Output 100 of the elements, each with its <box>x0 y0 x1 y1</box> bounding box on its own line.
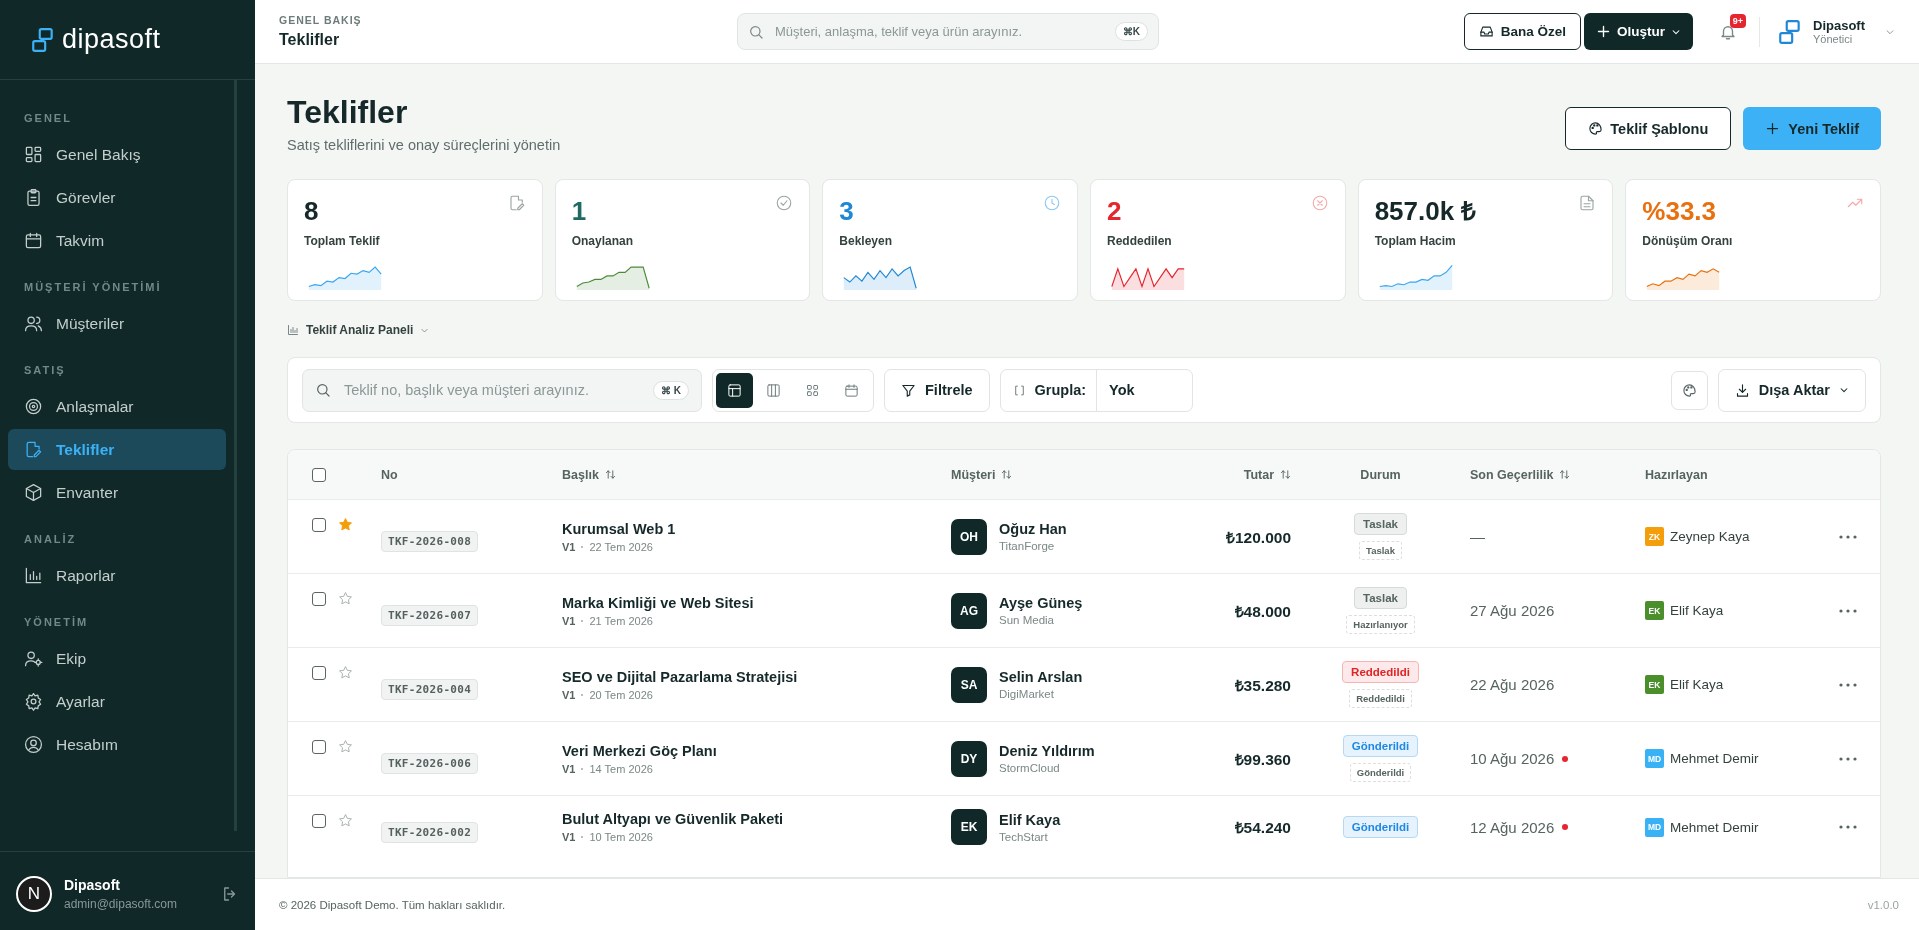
search-input[interactable]: Müşteri, anlaşma, teklif veya ürün arayınız. <box>773 23 1106 40</box>
quote-number: TKF-2026-004 <box>381 679 479 700</box>
document-pen-icon <box>507 194 526 212</box>
quote-title: Kurumsal Web 1 <box>562 520 677 537</box>
customer-avatar: SA <box>951 666 987 703</box>
owner-name: Mehmet Demir <box>1670 751 1759 766</box>
calendar-icon <box>844 382 859 398</box>
download-icon <box>1734 382 1750 398</box>
status-badge: Gönderildi <box>1342 735 1419 757</box>
user-email: admin@dipasoft.com <box>64 897 178 911</box>
header-title: Teklifler <box>279 31 341 49</box>
customer-avatar: OH <box>951 518 987 555</box>
caret-icon <box>1839 385 1849 395</box>
version-text: v1.0.0 <box>1867 898 1899 911</box>
checkbox[interactable] <box>312 814 326 828</box>
sidebar-item[interactable]: Envanter <box>8 472 226 513</box>
search-field[interactable]: Teklif no, başlık veya müşteri arayınız. ⌘ K <box>302 368 702 412</box>
account-menu[interactable]: Dipasoft Yönetici <box>1777 17 1895 46</box>
stat-label: Bekleyen <box>839 234 894 248</box>
user-gear-icon <box>24 649 43 668</box>
palette-button[interactable] <box>1670 370 1708 410</box>
search-icon <box>748 23 764 40</box>
panel-toggle[interactable]: Teklif Analiz Paneli <box>306 323 414 337</box>
quote-number: TKF-2026-006 <box>381 753 479 774</box>
quote-date: 10 Tem 2026 <box>589 831 653 843</box>
customer-company: StormCloud <box>999 762 1061 774</box>
quote-date: 21 Tem 2026 <box>589 614 653 627</box>
box-icon <box>24 483 43 502</box>
version-label: V1 <box>562 688 576 701</box>
quote-date: 22 Tem 2026 <box>589 540 653 553</box>
checkbox[interactable] <box>312 518 326 532</box>
sidebar-item[interactable]: Teklifler <box>8 429 226 470</box>
customer-name: Elif Kaya <box>999 811 1061 828</box>
filter-icon <box>901 382 916 398</box>
brand-name: dipasoft <box>62 24 161 55</box>
section-label: MÜŞTERİ YÖNETİMİ <box>23 280 163 295</box>
sidebar-item[interactable]: Ekip <box>8 638 226 679</box>
column-header: Müşteri <box>951 467 996 482</box>
star-icon[interactable] <box>338 591 353 606</box>
template-button[interactable]: Teklif Şablonu <box>1565 107 1732 150</box>
checkbox[interactable] <box>312 592 326 606</box>
star-icon[interactable] <box>338 517 353 532</box>
checkbox[interactable] <box>312 740 326 754</box>
sidebar-item[interactable]: Müşteriler <box>8 303 226 344</box>
view-toggle[interactable] <box>716 372 753 408</box>
version-label: V1 <box>562 762 576 775</box>
columns-icon <box>766 382 781 398</box>
bar-chart-icon <box>287 324 299 336</box>
calendar-icon <box>24 231 43 250</box>
bar-chart-icon <box>24 566 43 585</box>
check-circle-icon <box>775 194 794 212</box>
status-badge: Gönderildi <box>1342 816 1419 838</box>
checkbox[interactable] <box>312 666 326 680</box>
customer-company: DigiMarket <box>999 688 1055 700</box>
owner-avatar: MD <box>1645 817 1664 837</box>
valid-until-date: — <box>1470 528 1485 545</box>
settings-icon <box>24 692 43 711</box>
sidebar-item[interactable]: Takvim <box>8 220 226 261</box>
account-name: Dipasoft <box>1813 18 1865 33</box>
notification-button[interactable]: 9+ <box>1710 13 1746 50</box>
section-label: SATIŞ <box>23 363 67 378</box>
breadcrumb: GENEL BAKIŞ <box>279 14 363 26</box>
sidebar-item[interactable]: Anlaşmalar <box>8 386 226 427</box>
column-header: No <box>381 467 398 482</box>
filter-button[interactable]: Filtrele <box>884 368 990 412</box>
section-label: ANALİZ <box>23 532 78 547</box>
search-input[interactable]: Teklif no, başlık veya müşteri arayınız. <box>342 381 642 399</box>
stat-value: 2 <box>1107 198 1122 224</box>
sidebar-item[interactable]: Görevler <box>8 177 226 218</box>
x-circle-icon <box>1310 194 1329 212</box>
palette-icon <box>1681 382 1697 398</box>
version-label: V1 <box>562 831 576 843</box>
sidebar-item[interactable]: Ayarlar <box>8 681 226 722</box>
owner-name: Zeynep Kaya <box>1670 529 1750 544</box>
create-button[interactable]: Oluştur <box>1584 13 1693 50</box>
search-field[interactable]: Müşteri, anlaşma, teklif veya ürün arayınız. ⌘K <box>737 13 1159 50</box>
user-circle-icon <box>24 735 43 754</box>
stat-label: Toplam Hacim <box>1374 234 1457 248</box>
star-icon[interactable] <box>338 665 353 680</box>
sidebar-item[interactable]: Raporlar <box>8 555 226 596</box>
export-button[interactable]: Dışa Aktar <box>1717 368 1866 412</box>
owner-avatar: EK <box>1645 601 1664 620</box>
customer-name: Selin Arslan <box>999 669 1083 685</box>
star-icon[interactable] <box>338 739 353 754</box>
checkbox[interactable] <box>312 467 326 482</box>
valid-until-date: 12 Ağu 2026 <box>1470 818 1555 836</box>
user-avatar: N <box>16 876 52 912</box>
account-logo-icon <box>1777 17 1803 46</box>
star-icon[interactable] <box>338 813 353 828</box>
new-quote-button[interactable]: Yeni Teklif <box>1743 107 1881 150</box>
sidebar-item[interactable]: Hesabım <box>8 724 226 765</box>
amount: ₺99.360 <box>1233 749 1291 770</box>
clock-icon <box>1043 194 1061 212</box>
stat-value: 8 <box>304 198 319 224</box>
personal-button[interactable]: Bana Özel <box>1463 13 1581 50</box>
document-pen-icon <box>24 440 43 459</box>
account-role: Yönetici <box>1813 33 1854 45</box>
owner-name: Mehmet Demir <box>1670 819 1759 835</box>
sidebar-item[interactable]: Genel Bakış <box>8 134 226 175</box>
stat-value: 857.0k ₺ <box>1374 198 1477 224</box>
